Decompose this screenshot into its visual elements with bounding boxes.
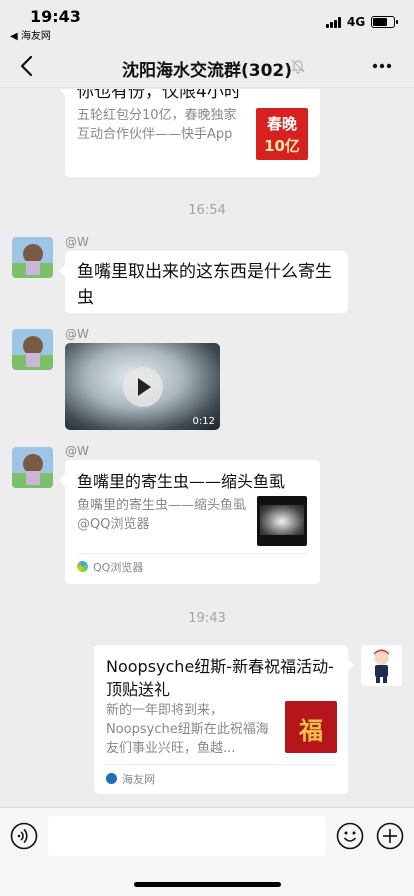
play-button[interactable] [123,367,163,407]
card-title: 你也有份，仅限4小时 [77,89,241,102]
card-title: Noopsyche纽斯-新春祝福活动-顶贴送礼 [106,657,334,699]
message-text: 鱼嘴里取出来的这东西是什么寄生虫 [77,262,332,308]
plus-icon[interactable] [376,822,404,850]
my-avatar[interactable] [361,645,402,686]
link-card-message[interactable]: 你也有份，仅限4小时 五轮红包分10亿，春晚独家互动合作伙伴——快手App 春晚… [59,89,320,177]
battery-icon [371,16,398,28]
link-card-message[interactable]: 鱼嘴里的寄生虫——缩头鱼虱 鱼嘴里的寄生虫——缩头鱼虱 @QQ浏览器 QQ浏览器 [59,460,320,584]
voice-input-icon[interactable] [10,822,38,850]
chat-message-list[interactable]: 你也有份，仅限4小时 五轮红包分10亿，春晚独家互动合作伙伴——快手App 春晚… [0,89,414,807]
sender-name: @W [65,444,89,458]
qq-browser-icon [77,561,88,572]
sender-name: @W [65,235,89,249]
status-bar: 19:43 ◀ 海友网 4G [0,0,414,44]
thumb-text: 春晚 [266,115,297,133]
avatar[interactable] [12,237,53,278]
sender-name: @W [65,327,89,341]
card-description: 五轮红包分10亿，春晚独家互动合作伙伴——快手App [77,108,237,142]
link-card-message[interactable]: Noopsyche纽斯-新春祝福活动-顶贴送礼 新的一年即将到来，Noopsyc… [94,645,354,794]
card-thumbnail: 春晚 10亿 [256,108,308,160]
video-message[interactable]: 0:12 [65,343,220,430]
mute-bell-icon [291,59,305,74]
more-options-icon[interactable] [368,52,396,80]
message-input[interactable] [48,816,326,856]
time-separator: 19:43 [188,611,226,626]
emoji-icon[interactable] [336,822,364,850]
avatar[interactable] [12,447,53,488]
haiyou-site-icon [106,773,117,784]
thumb-text: 10亿 [264,137,300,155]
card-description: 新的一年即将到来，Noopsyche纽斯在此祝福海友们事业兴旺，鱼越... [106,703,269,756]
card-thumbnail: 福 [285,701,337,753]
time-separator: 16:54 [188,203,226,218]
card-description: 鱼嘴里的寄生虫——缩头鱼虱 @QQ浏览器 [77,498,247,532]
home-indicator[interactable] [134,882,281,887]
card-source: QQ浏览器 [93,561,144,574]
card-thumbnail [257,496,307,546]
avatar[interactable] [12,329,53,370]
card-title: 鱼嘴里的寄生虫——缩头鱼虱 [77,472,286,491]
play-icon [138,378,151,396]
back-to-app-link[interactable]: ◀ 海友网 [10,27,51,42]
status-time: 19:43 [30,7,81,26]
card-source: 海友网 [122,773,155,786]
thumb-text: 福 [299,716,323,745]
network-type: 4G [347,15,366,29]
chat-title: 沈阳海水交流群(302) [121,61,293,81]
text-message[interactable]: 鱼嘴里取出来的这东西是什么寄生虫 [59,251,348,313]
signal-icon [326,17,342,28]
nav-bar: 沈阳海水交流群(302) [0,44,414,88]
video-duration: 0:12 [192,416,215,427]
